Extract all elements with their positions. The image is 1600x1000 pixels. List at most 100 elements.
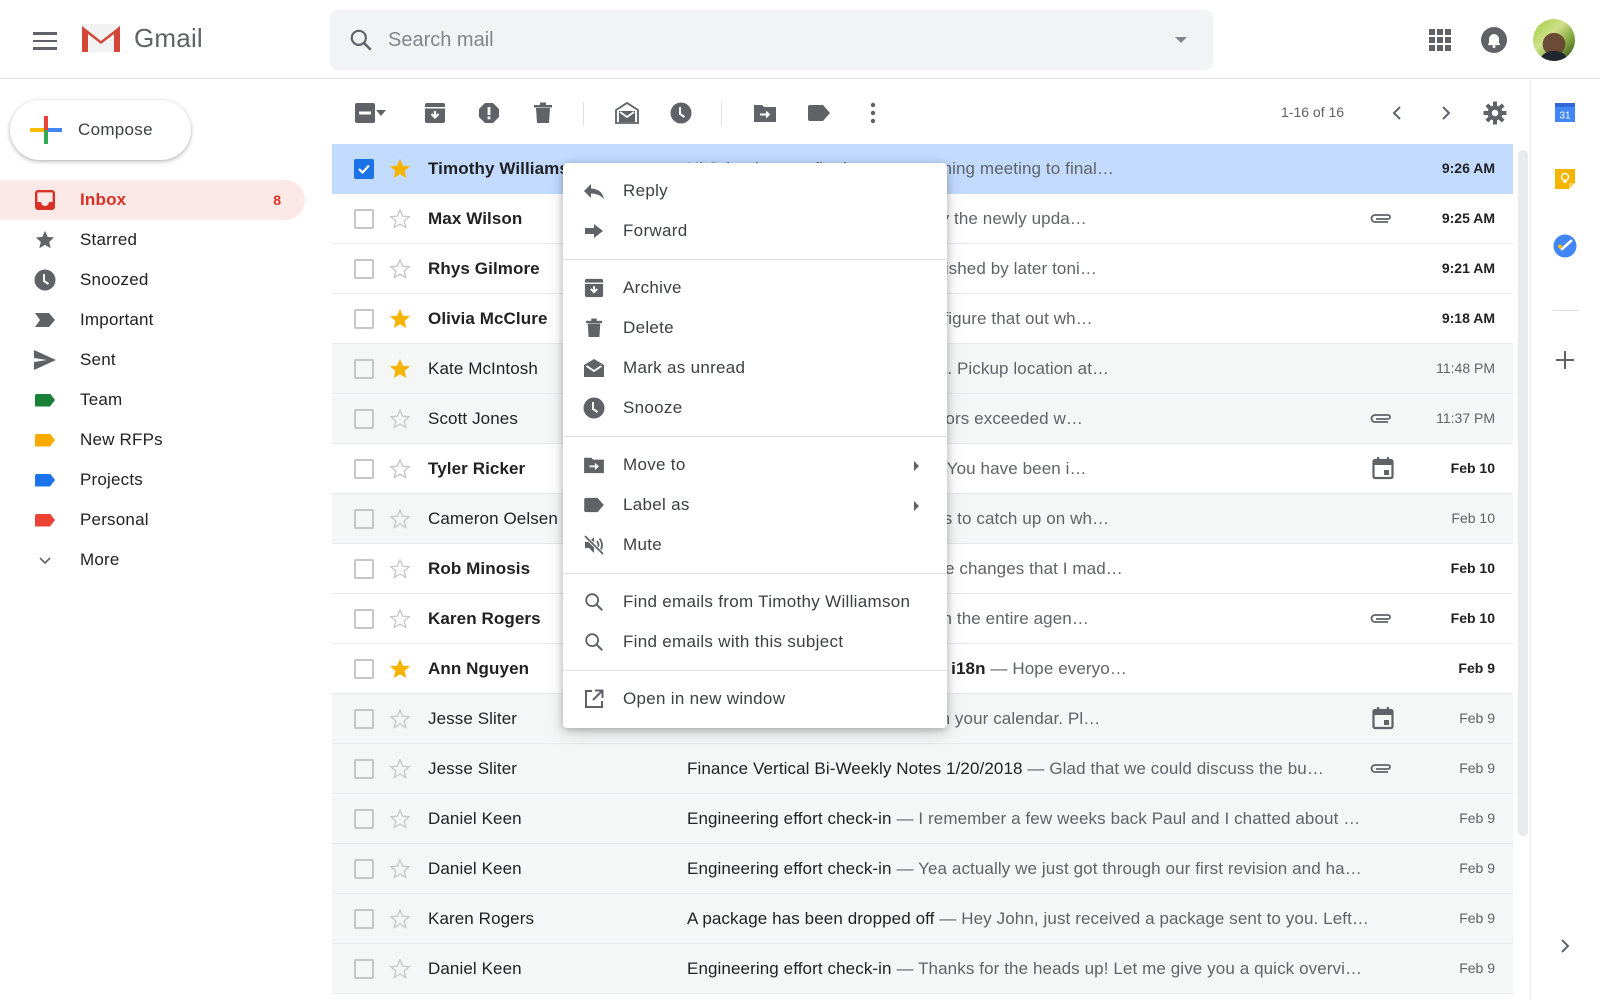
- menu-item-mute[interactable]: Mute: [563, 525, 947, 565]
- row-checkbox[interactable]: [354, 259, 374, 279]
- row-checkbox[interactable]: [354, 909, 374, 929]
- star-outline-icon[interactable]: [388, 257, 412, 281]
- menu-item-find-emails-from-timothy-williamson[interactable]: Find emails from Timothy Williamson: [563, 582, 947, 622]
- keep-app-button[interactable]: [1551, 164, 1579, 192]
- row-checkbox[interactable]: [354, 659, 374, 679]
- older-page-button[interactable]: [1433, 100, 1459, 126]
- menu-item-find-emails-with-this-subject[interactable]: Find emails with this subject: [563, 622, 947, 662]
- email-row[interactable]: Jesse Sliter Finance Vertical Bi-Weekly N…: [332, 744, 1513, 794]
- notifications-button[interactable]: [1476, 22, 1512, 58]
- row-checkbox[interactable]: [354, 459, 374, 479]
- menu-item-label-as[interactable]: Label as: [563, 485, 947, 525]
- menu-item-snooze[interactable]: Snooze: [563, 388, 947, 428]
- menu-item-mark-as-unread[interactable]: Mark as unread: [563, 348, 947, 388]
- row-checkbox[interactable]: [354, 609, 374, 629]
- row-checkbox[interactable]: [354, 759, 374, 779]
- email-date: Feb 10: [1450, 610, 1495, 626]
- mark-unread-icon: [583, 357, 605, 379]
- row-checkbox[interactable]: [354, 559, 374, 579]
- row-checkbox[interactable]: [354, 509, 374, 529]
- newer-page-button[interactable]: [1384, 100, 1410, 126]
- email-row[interactable]: Daniel Keen Engineering effort check-in —…: [332, 944, 1513, 994]
- more-actions-button[interactable]: [860, 100, 886, 126]
- menu-item-forward[interactable]: Forward: [563, 211, 947, 251]
- row-checkbox[interactable]: [354, 959, 374, 979]
- sidebar-item-important[interactable]: Important: [0, 300, 305, 340]
- star-outline-icon[interactable]: [388, 707, 412, 731]
- snooze-button[interactable]: [668, 100, 694, 126]
- calendar-app-button[interactable]: 31: [1551, 98, 1579, 126]
- star-filled-icon[interactable]: [388, 307, 412, 331]
- calendar-day-number: 31: [1559, 111, 1571, 122]
- settings-button[interactable]: [1482, 100, 1508, 126]
- star-outline-icon[interactable]: [388, 907, 412, 931]
- menu-item-open-in-new-window[interactable]: Open in new window: [563, 679, 947, 719]
- mark-unread-icon: [615, 101, 639, 124]
- search-input[interactable]: [388, 28, 1148, 52]
- tasks-app-button[interactable]: [1551, 232, 1579, 260]
- menu-item-reply[interactable]: Reply: [563, 171, 947, 211]
- calendar-event-icon[interactable]: [1372, 456, 1394, 480]
- row-checkbox[interactable]: [354, 809, 374, 829]
- email-row[interactable]: Daniel Keen Engineering effort check-in —…: [332, 844, 1513, 894]
- archive-button[interactable]: [422, 100, 448, 126]
- mark-as-unread-button[interactable]: [614, 100, 640, 126]
- star-outline-icon[interactable]: [388, 607, 412, 631]
- sidebar-item-sent[interactable]: Sent: [0, 340, 305, 380]
- row-checkbox[interactable]: [354, 409, 374, 429]
- email-row[interactable]: Karen Rogers A package has been dropped o…: [332, 894, 1513, 944]
- row-checkbox[interactable]: [354, 709, 374, 729]
- sidebar-item-more[interactable]: More: [0, 540, 305, 580]
- row-checkbox[interactable]: [354, 359, 374, 379]
- google-apps-button[interactable]: [1422, 22, 1458, 58]
- star-outline-icon[interactable]: [388, 507, 412, 531]
- compose-button[interactable]: Compose: [10, 100, 191, 160]
- star-outline-icon[interactable]: [388, 557, 412, 581]
- row-checkbox[interactable]: [354, 309, 374, 329]
- menu-item-delete[interactable]: Delete: [563, 308, 947, 348]
- show-side-panel-button[interactable]: [1551, 932, 1579, 960]
- sidebar-item-personal[interactable]: Personal: [0, 500, 305, 540]
- row-checkbox[interactable]: [354, 159, 374, 179]
- spam-icon: [479, 103, 499, 123]
- star-outline-icon[interactable]: [388, 957, 412, 981]
- sidebar-item-starred[interactable]: Starred: [0, 220, 305, 260]
- sidebar-item-inbox[interactable]: Inbox 8: [0, 180, 305, 220]
- menu-item-archive[interactable]: Archive: [563, 268, 947, 308]
- star-outline-icon[interactable]: [388, 207, 412, 231]
- row-checkbox[interactable]: [354, 859, 374, 879]
- label-icon: [34, 470, 56, 490]
- star-outline-icon[interactable]: [388, 807, 412, 831]
- list-scrollbar[interactable]: [1518, 150, 1528, 836]
- gmail-logo[interactable]: Gmail: [80, 22, 203, 54]
- account-avatar[interactable]: [1533, 19, 1575, 61]
- star-outline-icon[interactable]: [388, 407, 412, 431]
- labels-button[interactable]: [806, 100, 832, 126]
- star-outline-icon[interactable]: [388, 457, 412, 481]
- get-add-ons-button[interactable]: [1551, 346, 1579, 374]
- email-row[interactable]: Daniel Keen Engineering effort check-in —…: [332, 794, 1513, 844]
- reply-icon: [583, 180, 605, 202]
- sidebar-item-team[interactable]: Team: [0, 380, 305, 420]
- search-icon[interactable]: [348, 27, 374, 53]
- star-outline-icon[interactable]: [388, 757, 412, 781]
- report-spam-button[interactable]: [476, 100, 502, 126]
- sidebar-item-label: Starred: [80, 230, 138, 249]
- calendar-event-icon[interactable]: [1372, 706, 1394, 730]
- main-menu-button[interactable]: [28, 24, 62, 58]
- move-to-button[interactable]: [752, 100, 778, 126]
- search-options-dropdown-icon[interactable]: [1175, 37, 1187, 43]
- email-date: Feb 9: [1459, 910, 1495, 926]
- menu-item-move-to[interactable]: Move to: [563, 445, 947, 485]
- row-checkbox[interactable]: [354, 209, 374, 229]
- sidebar-item-projects[interactable]: Projects: [0, 460, 305, 500]
- star-filled-icon[interactable]: [388, 657, 412, 681]
- star-filled-icon[interactable]: [388, 157, 412, 181]
- delete-button[interactable]: [530, 100, 556, 126]
- email-date: 11:37 PM: [1436, 410, 1495, 426]
- select-dropdown-button[interactable]: [374, 100, 388, 126]
- star-filled-icon[interactable]: [388, 357, 412, 381]
- star-outline-icon[interactable]: [388, 857, 412, 881]
- sidebar-item-snoozed[interactable]: Snoozed: [0, 260, 305, 300]
- sidebar-item-new-rfps[interactable]: New RFPs: [0, 420, 305, 460]
